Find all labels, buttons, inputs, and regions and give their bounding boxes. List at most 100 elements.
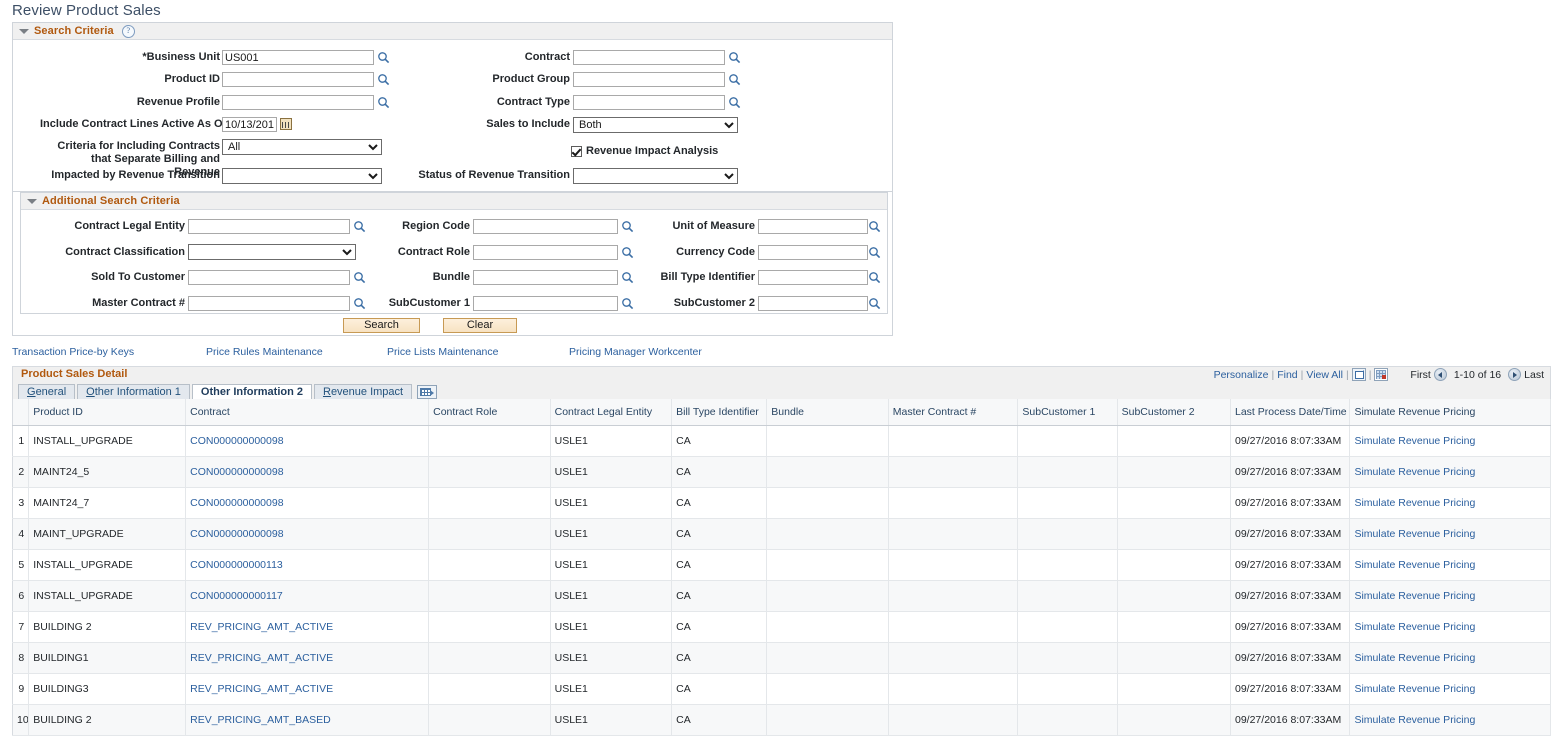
revenue-impact-analysis-checkbox[interactable] xyxy=(571,146,582,157)
contract-link[interactable]: CON000000000098 xyxy=(190,528,283,540)
cell-contract[interactable]: CON000000000098 xyxy=(186,519,429,550)
bundle-lookup-icon[interactable] xyxy=(621,271,634,284)
cell-simulate-revenue-pricing[interactable]: Simulate Revenue Pricing xyxy=(1350,426,1551,457)
additional-search-criteria-header[interactable]: Additional Search Criteria xyxy=(21,193,887,210)
subcustomer-2-input[interactable] xyxy=(758,296,868,311)
header-master-contract-number[interactable]: Master Contract # xyxy=(888,399,1018,426)
subcustomer-1-input[interactable] xyxy=(473,296,618,311)
contract-link[interactable]: REV_PRICING_AMT_ACTIVE xyxy=(190,683,333,695)
include-contract-lines-date-input[interactable] xyxy=(222,117,277,132)
calendar-icon[interactable] xyxy=(280,118,292,130)
search-button[interactable]: Search xyxy=(343,318,420,333)
region-code-lookup-icon[interactable] xyxy=(621,220,634,233)
header-product-id[interactable]: Product ID xyxy=(29,399,186,426)
cell-simulate-revenue-pricing[interactable]: Simulate Revenue Pricing xyxy=(1350,581,1551,612)
product-id-input[interactable] xyxy=(222,72,374,87)
subcustomer-2-lookup-icon[interactable] xyxy=(868,297,881,310)
tab-other-information-2[interactable]: Other Information 2 xyxy=(192,384,312,399)
simulate-revenue-pricing-link[interactable]: Simulate Revenue Pricing xyxy=(1354,466,1475,478)
download-spreadsheet-icon[interactable] xyxy=(1374,368,1388,381)
pager-next-icon[interactable] xyxy=(1508,368,1521,381)
cell-contract[interactable]: CON000000000113 xyxy=(186,550,429,581)
contract-lookup-icon[interactable] xyxy=(728,51,741,64)
cell-simulate-revenue-pricing[interactable]: Simulate Revenue Pricing xyxy=(1350,488,1551,519)
simulate-revenue-pricing-link[interactable]: Simulate Revenue Pricing xyxy=(1354,683,1475,695)
sales-to-include-select[interactable]: Both xyxy=(573,117,738,133)
simulate-revenue-pricing-link[interactable]: Simulate Revenue Pricing xyxy=(1354,590,1475,602)
pager-first[interactable]: First xyxy=(1410,369,1430,381)
status-of-revenue-transition-select[interactable] xyxy=(573,168,738,184)
revenue-profile-lookup-icon[interactable] xyxy=(377,96,390,109)
header-simulate-revenue-pricing[interactable]: Simulate Revenue Pricing xyxy=(1350,399,1551,426)
cell-simulate-revenue-pricing[interactable]: Simulate Revenue Pricing xyxy=(1350,643,1551,674)
contract-link[interactable]: CON000000000098 xyxy=(190,435,283,447)
master-contract-number-input[interactable] xyxy=(188,296,350,311)
currency-code-lookup-icon[interactable] xyxy=(868,246,881,259)
tab-revenue-impact[interactable]: Revenue Impact xyxy=(314,384,412,399)
link-price-lists-maintenance[interactable]: Price Lists Maintenance xyxy=(387,346,498,358)
bill-type-identifier-lookup-icon[interactable] xyxy=(868,271,881,284)
contract-link[interactable]: REV_PRICING_AMT_BASED xyxy=(190,714,331,726)
simulate-revenue-pricing-link[interactable]: Simulate Revenue Pricing xyxy=(1354,528,1475,540)
product-group-lookup-icon[interactable] xyxy=(728,73,741,86)
cell-contract[interactable]: REV_PRICING_AMT_BASED xyxy=(186,705,429,736)
cell-contract[interactable]: CON000000000098 xyxy=(186,488,429,519)
collapse-triangle-icon[interactable] xyxy=(19,29,29,34)
simulate-revenue-pricing-link[interactable]: Simulate Revenue Pricing xyxy=(1354,621,1475,633)
link-pricing-manager-workcenter[interactable]: Pricing Manager Workcenter xyxy=(569,346,702,358)
contract-role-lookup-icon[interactable] xyxy=(621,246,634,259)
contract-legal-entity-input[interactable] xyxy=(188,219,350,234)
simulate-revenue-pricing-link[interactable]: Simulate Revenue Pricing xyxy=(1354,497,1475,509)
cell-contract[interactable]: CON000000000098 xyxy=(186,457,429,488)
simulate-revenue-pricing-link[interactable]: Simulate Revenue Pricing xyxy=(1354,435,1475,447)
region-code-input[interactable] xyxy=(473,219,618,234)
cell-contract[interactable]: REV_PRICING_AMT_ACTIVE xyxy=(186,674,429,705)
product-id-lookup-icon[interactable] xyxy=(377,73,390,86)
link-transaction-price-by-keys[interactable]: Transaction Price-by Keys xyxy=(12,346,134,358)
header-contract-role[interactable]: Contract Role xyxy=(429,399,551,426)
simulate-revenue-pricing-link[interactable]: Simulate Revenue Pricing xyxy=(1354,714,1475,726)
pager-last[interactable]: Last xyxy=(1524,369,1544,381)
sold-to-customer-input[interactable] xyxy=(188,270,350,285)
find-link[interactable]: Find xyxy=(1277,369,1297,381)
collapse-triangle-icon-2[interactable] xyxy=(27,199,37,204)
expand-icon[interactable] xyxy=(1352,368,1366,381)
link-price-rules-maintenance[interactable]: Price Rules Maintenance xyxy=(206,346,323,358)
unit-of-measure-input[interactable] xyxy=(758,219,868,234)
contract-link[interactable]: CON000000000098 xyxy=(190,466,283,478)
header-contract[interactable]: Contract xyxy=(186,399,429,426)
contract-role-input[interactable] xyxy=(473,245,618,260)
unit-of-measure-lookup-icon[interactable] xyxy=(868,220,881,233)
revenue-profile-input[interactable] xyxy=(222,95,374,110)
cell-contract[interactable]: REV_PRICING_AMT_ACTIVE xyxy=(186,612,429,643)
search-criteria-header[interactable]: Search Criteria ? xyxy=(13,23,892,40)
help-icon[interactable]: ? xyxy=(122,25,135,38)
cell-simulate-revenue-pricing[interactable]: Simulate Revenue Pricing xyxy=(1350,705,1551,736)
contract-link[interactable]: CON000000000117 xyxy=(190,590,283,602)
bill-type-identifier-input[interactable] xyxy=(758,270,868,285)
criteria-including-contracts-select[interactable]: All xyxy=(222,139,382,155)
contract-classification-select[interactable] xyxy=(188,244,356,260)
impacted-by-revenue-transition-select[interactable] xyxy=(222,168,382,184)
tab-general[interactable]: General xyxy=(18,384,75,399)
contract-input[interactable] xyxy=(573,50,725,65)
contract-link[interactable]: CON000000000113 xyxy=(190,559,283,571)
contract-link[interactable]: REV_PRICING_AMT_ACTIVE xyxy=(190,621,333,633)
cell-simulate-revenue-pricing[interactable]: Simulate Revenue Pricing xyxy=(1350,550,1551,581)
cell-contract[interactable]: CON000000000117 xyxy=(186,581,429,612)
contract-type-lookup-icon[interactable] xyxy=(728,96,741,109)
personalize-link[interactable]: Personalize xyxy=(1214,369,1269,381)
cell-simulate-revenue-pricing[interactable]: Simulate Revenue Pricing xyxy=(1350,457,1551,488)
cell-contract[interactable]: REV_PRICING_AMT_ACTIVE xyxy=(186,643,429,674)
view-all-link[interactable]: View All xyxy=(1306,369,1343,381)
revenue-impact-analysis-checkbox-wrap[interactable]: Revenue Impact Analysis xyxy=(571,145,718,157)
contract-link[interactable]: REV_PRICING_AMT_ACTIVE xyxy=(190,652,333,664)
contract-legal-entity-lookup-icon[interactable] xyxy=(353,220,366,233)
contract-type-input[interactable] xyxy=(573,95,725,110)
header-bundle[interactable]: Bundle xyxy=(767,399,889,426)
cell-contract[interactable]: CON000000000098 xyxy=(186,426,429,457)
grid-layout-icon[interactable] xyxy=(417,385,437,399)
clear-button[interactable]: Clear xyxy=(443,318,517,333)
pager-previous-icon[interactable] xyxy=(1434,368,1447,381)
currency-code-input[interactable] xyxy=(758,245,868,260)
